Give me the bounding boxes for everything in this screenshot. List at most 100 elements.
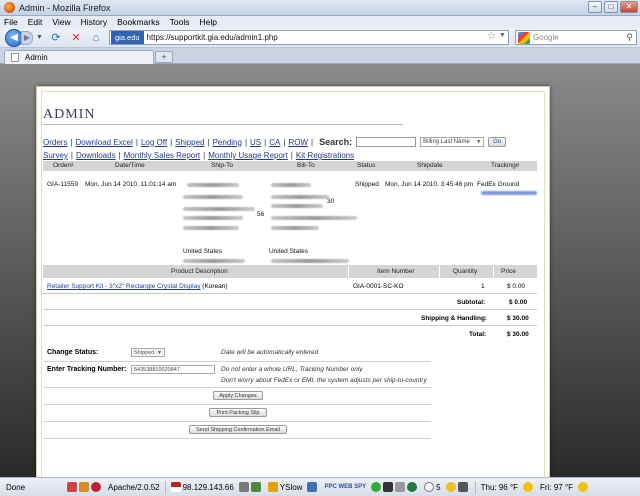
flag-icon	[170, 482, 181, 492]
link-monthly-usage-report[interactable]: Monthly Usage Report	[208, 151, 288, 160]
addon-icon[interactable]	[457, 482, 468, 492]
link-download-excel[interactable]: Download Excel	[76, 138, 133, 147]
title-divider	[43, 124, 403, 125]
tracking-number-input[interactable]: 543538810020847	[131, 365, 215, 374]
noscript-icon[interactable]	[91, 482, 101, 492]
addon-icon[interactable]	[424, 482, 435, 492]
link-monthly-sales-report[interactable]: Monthly Sales Report	[124, 151, 200, 160]
forward-button[interactable]: ▶	[21, 30, 33, 45]
site-identity-badge[interactable]: gia.edu	[110, 31, 144, 44]
tracking-link[interactable]	[481, 191, 537, 195]
home-icon[interactable]: ⌂	[89, 31, 103, 45]
tab-admin[interactable]: Admin	[4, 50, 154, 64]
url-dropdown-icon[interactable]: ▼	[499, 32, 506, 39]
admin-links-row1: Orders | Download Excel | Log Off | Shipped…	[43, 137, 507, 147]
link-shipped[interactable]: Shipped	[175, 138, 204, 147]
col-item-number: Item Number	[377, 268, 415, 275]
change-status-label: Change Status:	[47, 349, 99, 356]
addon-icon[interactable]	[395, 482, 406, 492]
menu-view[interactable]: View	[52, 17, 70, 27]
close-button[interactable]: ✕	[620, 1, 638, 13]
order-search-input[interactable]	[356, 137, 417, 147]
product-divider	[43, 293, 537, 294]
form-divider-2	[43, 387, 431, 388]
col-tracking: Tracking#	[491, 162, 520, 169]
chevron-down-icon: ▼	[157, 350, 162, 356]
col-price: Price	[501, 268, 516, 275]
page-title: ADMIN	[43, 107, 96, 122]
link-survey[interactable]: Survey	[43, 151, 68, 160]
col-order: Order#	[53, 162, 74, 169]
url-text[interactable]: https://supportkit.gia.edu/admin1.php	[147, 33, 278, 42]
window-titlebar: Admin - Mozilla Firefox – □ ✕	[0, 0, 640, 16]
addon-icon[interactable]	[238, 482, 249, 492]
reload-icon[interactable]: ⟳	[49, 31, 63, 45]
menu-help[interactable]: Help	[199, 17, 216, 27]
col-shipto: Ship-To	[211, 162, 234, 169]
shipping-label: Shipping & Handling:	[421, 315, 488, 322]
weather-fri[interactable]: Fri: 97 °F	[540, 483, 573, 492]
link-ca[interactable]: CA	[269, 138, 280, 147]
order-shipdate: Mon, Jun 14 2010, 3:45:46 pm	[385, 181, 474, 188]
stop-icon[interactable]: ✕	[69, 31, 83, 45]
print-packing-slip-button[interactable]: Print Packing Slip	[209, 408, 267, 417]
search-placeholder: Google	[532, 33, 559, 42]
google-icon[interactable]	[517, 31, 530, 44]
addon-icon[interactable]	[407, 482, 418, 492]
ppc-web-spy[interactable]: PPC WEB SPY	[324, 484, 366, 490]
search-field-select[interactable]: Billing Last Name ▼	[420, 137, 485, 147]
addon-icon[interactable]	[307, 482, 318, 492]
order-table-header: Order# Date/Time Ship-To Bill-To Status …	[43, 161, 537, 171]
addon-icon[interactable]	[445, 482, 456, 492]
sun-icon	[578, 482, 589, 492]
product-link[interactable]: Retailer Support Kit - 3"x2" Rectangle C…	[47, 283, 200, 290]
search-icon[interactable]: ⚲	[626, 32, 633, 43]
status-text: Done	[6, 482, 26, 492]
total-value: $ 30.00	[507, 331, 529, 338]
new-tab-button[interactable]: +	[155, 51, 173, 63]
menu-file[interactable]: File	[4, 17, 18, 27]
search-bar[interactable]: Google ⚲	[514, 30, 637, 45]
col-billto: Bill-To	[297, 162, 315, 169]
product-price: $ 0.00	[507, 283, 526, 290]
send-confirmation-email-button[interactable]: Send Shipping Confirmation Email	[189, 425, 287, 434]
maximize-button[interactable]: □	[604, 1, 618, 13]
product-item-number: GIA-0001-SC-KO	[353, 283, 404, 290]
link-kit-registrations[interactable]: Kit Registrations	[296, 151, 354, 160]
tab-title: Admin	[25, 53, 48, 62]
page-icon	[11, 53, 19, 62]
addon-icon[interactable]	[371, 482, 382, 492]
admin-links-row2: Survey | Downloads | Monthly Sales Report |…	[43, 151, 355, 160]
menu-history[interactable]: History	[81, 17, 107, 27]
link-orders[interactable]: Orders	[43, 138, 67, 147]
yslow-icon[interactable]	[267, 482, 278, 492]
addon-icon[interactable]	[383, 482, 394, 492]
addon-icon[interactable]	[79, 482, 89, 492]
addon-icon[interactable]	[67, 482, 77, 492]
chevron-down-icon: ▼	[476, 139, 482, 145]
weather-thu[interactable]: Thu: 96 °F	[481, 483, 518, 492]
minimize-button[interactable]: –	[588, 1, 602, 13]
bill-address-fragment: 30	[327, 198, 335, 205]
tracking-label: Enter Tracking Number:	[47, 366, 127, 373]
form-divider-1	[43, 361, 431, 362]
menu-bookmarks[interactable]: Bookmarks	[117, 17, 160, 27]
tracking-note-2: Don't worry about FedEx or EMI, the syst…	[221, 377, 427, 384]
link-log-off[interactable]: Log Off	[141, 138, 167, 147]
history-dropdown-icon[interactable]: ▼	[36, 34, 43, 41]
link-row[interactable]: ROW	[288, 138, 308, 147]
menu-edit[interactable]: Edit	[28, 17, 43, 27]
addon-icon[interactable]	[250, 482, 261, 492]
url-bar[interactable]: gia.edu https://supportkit.gia.edu/admin…	[108, 30, 509, 45]
link-pending[interactable]: Pending	[213, 138, 242, 147]
link-us[interactable]: US	[250, 138, 261, 147]
apply-changes-button[interactable]: Apply Changes	[213, 391, 263, 400]
link-downloads[interactable]: Downloads	[76, 151, 116, 160]
status-select[interactable]: Shipped ▼	[131, 348, 165, 357]
bookmark-star-icon[interactable]: ☆	[487, 31, 496, 42]
go-button[interactable]: Go	[488, 137, 507, 147]
yslow-label[interactable]: YSlow	[280, 483, 303, 492]
menu-tools[interactable]: Tools	[170, 17, 190, 27]
bill-country: United States	[269, 248, 309, 255]
col-quantity: Quantity	[453, 268, 478, 275]
